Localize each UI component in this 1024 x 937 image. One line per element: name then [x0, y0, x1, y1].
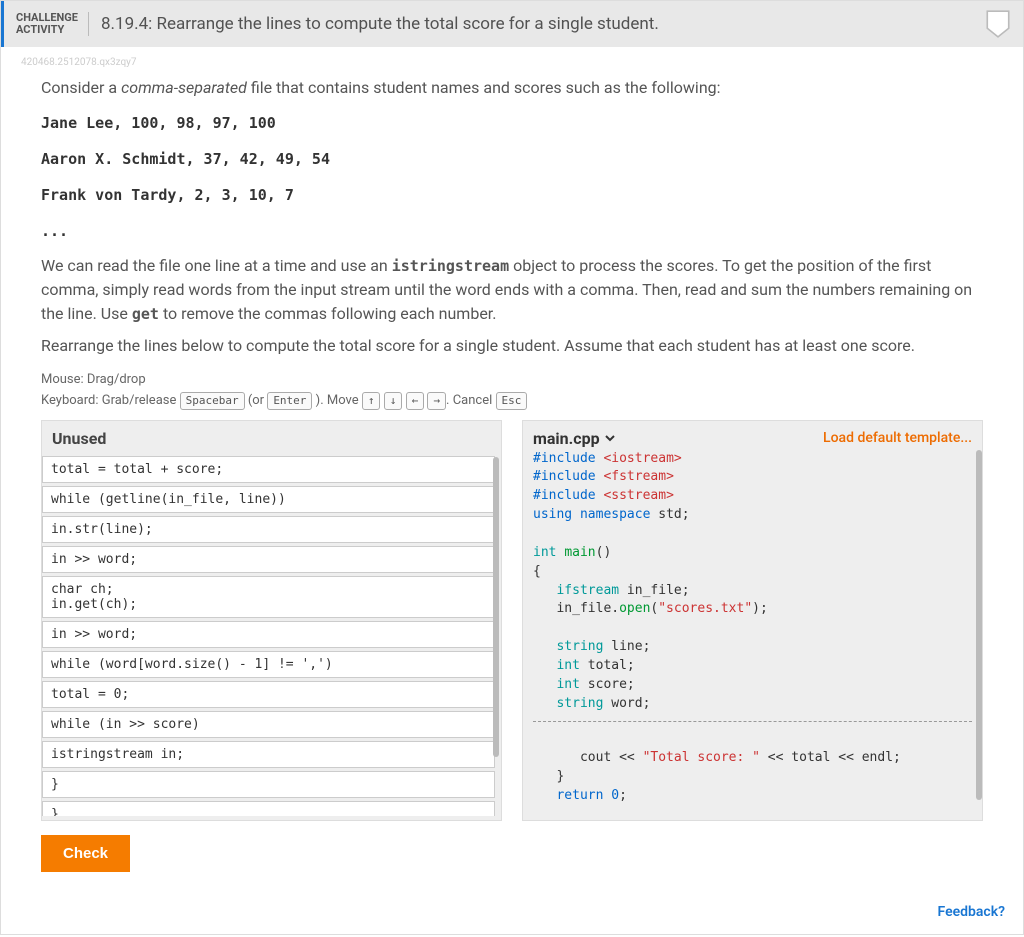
key-down: ↓ [384, 392, 403, 410]
code-get: get [132, 305, 159, 323]
explain-paragraph-2: Rearrange the lines below to compute the… [41, 334, 983, 358]
editor-scrollbar[interactable] [976, 450, 982, 800]
challenge-activity-label: CHALLENGE ACTIVITY [16, 12, 89, 36]
key-up: ↑ [362, 392, 381, 410]
unused-panel: Unused total = total + score; while (getl… [41, 420, 502, 821]
intro-paragraph: Consider a comma-separated file that con… [41, 76, 983, 100]
code-tile[interactable]: in >> word; [42, 621, 495, 648]
meta-id: 420468.2512078.qx3zqy7 [21, 57, 983, 68]
explain-text-a: We can read the file one line at a time … [41, 256, 392, 275]
keyboard-hint: Keyboard: Grab/release Spacebar (or Ente… [41, 391, 983, 412]
unused-header: Unused [42, 421, 501, 456]
activity-content: 420468.2512078.qx3zqy7 Consider a comma-… [1, 47, 1023, 892]
code-tile[interactable]: istringstream in; [42, 741, 495, 768]
kb-prefix: Keyboard: Grab/release [41, 393, 180, 408]
intro-suffix: file that contains student names and sco… [247, 78, 721, 97]
code-tile[interactable]: while (getline(in_file, line)) [42, 486, 495, 513]
code-tile[interactable]: } [42, 801, 495, 816]
intro-em: comma-separated [121, 78, 247, 97]
explain-paragraph-1: We can read the file one line at a time … [41, 254, 983, 326]
code-editor[interactable]: #include <iostream> #include <fstream> #… [523, 450, 982, 820]
unused-scrollbar[interactable] [493, 457, 499, 757]
code-tile[interactable]: while (word[word.size() - 1] != ',') [42, 651, 495, 678]
sample-data-block: Jane Lee, 100, 98, 97, 100 Aaron X. Schm… [41, 114, 983, 240]
label-line-2: ACTIVITY [16, 23, 64, 36]
code-tile[interactable]: in >> word; [42, 546, 495, 573]
key-enter: Enter [267, 392, 312, 410]
code-tile[interactable]: total = total + score; [42, 456, 495, 483]
activity-card: CHALLENGE ACTIVITY 8.19.4: Rearrange the… [0, 0, 1024, 935]
code-tile[interactable]: in.str(line); [42, 516, 495, 543]
check-button[interactable]: Check [41, 835, 130, 872]
kb-or: (or [245, 393, 268, 408]
code-tile[interactable]: total = 0; [42, 681, 495, 708]
explain-text-c: to remove the commas following each numb… [159, 304, 497, 323]
code-istringstream: istringstream [392, 257, 509, 275]
drop-zone-separator[interactable] [533, 721, 972, 722]
activity-title: 8.19.4: Rearrange the lines to compute t… [101, 14, 659, 34]
check-row: Check [41, 835, 983, 872]
workarea: Unused total = total + score; while (getl… [41, 420, 983, 821]
mouse-hint: Mouse: Drag/drop [41, 370, 983, 391]
kb-cancel: . Cancel [446, 393, 495, 408]
code-tile[interactable]: } [42, 771, 495, 798]
label-line-1: CHALLENGE [16, 11, 78, 24]
key-spacebar: Spacebar [180, 392, 245, 410]
chevron-down-icon [604, 432, 616, 444]
interaction-hints: Mouse: Drag/drop Keyboard: Grab/release … [41, 370, 983, 412]
intro-prefix: Consider a [41, 78, 121, 97]
kb-move: ). Move [312, 393, 361, 408]
file-tab[interactable]: main.cpp [533, 429, 616, 448]
unused-tile-list[interactable]: total = total + score; while (getline(in_… [42, 456, 501, 816]
key-left: ← [406, 392, 425, 410]
feedback-row: Feedback? [1, 892, 1023, 934]
code-tile[interactable]: while (in >> score) [42, 711, 495, 738]
progress-shield-icon [985, 9, 1011, 39]
feedback-link[interactable]: Feedback? [938, 904, 1005, 920]
key-esc: Esc [496, 392, 528, 410]
load-default-template[interactable]: Load default template... [823, 430, 972, 446]
editor-panel: main.cpp Load default template... #inclu… [522, 420, 983, 821]
code-tile[interactable]: char ch; in.get(ch); [42, 576, 495, 618]
activity-header: CHALLENGE ACTIVITY 8.19.4: Rearrange the… [1, 1, 1023, 47]
key-right: → [427, 392, 446, 410]
file-name: main.cpp [533, 429, 600, 448]
